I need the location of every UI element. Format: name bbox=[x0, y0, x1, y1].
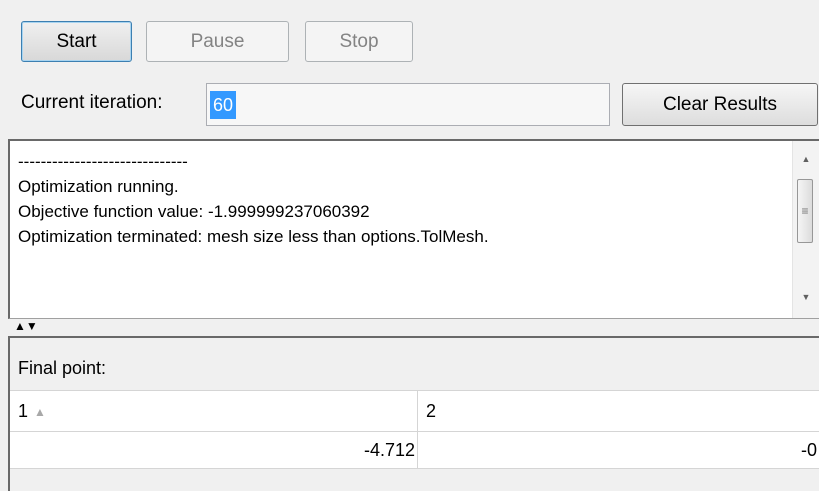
table-row: -4.712 -0 bbox=[10, 432, 819, 469]
column-header-2[interactable]: 2 bbox=[418, 391, 819, 431]
final-point-title: Final point: bbox=[18, 358, 107, 378]
current-iteration-label: Current iteration: bbox=[21, 92, 163, 113]
log-line: ------------------------------ bbox=[18, 152, 188, 171]
scroll-down-icon[interactable]: ▼ bbox=[793, 285, 819, 309]
table-cell[interactable]: -4.712 bbox=[10, 432, 418, 468]
start-button[interactable]: Start bbox=[21, 21, 132, 62]
scroll-up-icon[interactable]: ▲ bbox=[793, 147, 819, 171]
log-line: Objective function value: -1.99999923706… bbox=[18, 202, 370, 221]
grip-icon: ≡ bbox=[801, 204, 809, 218]
final-point-table: 1 ▲ 2 -4.712 -0 bbox=[10, 390, 819, 469]
table-header: 1 ▲ 2 bbox=[10, 390, 819, 432]
final-point-panel: Final point: 1 ▲ 2 -4.712 -0 bbox=[8, 336, 819, 491]
column-header-label: 2 bbox=[426, 401, 437, 421]
table-cell[interactable]: -0 bbox=[418, 432, 819, 468]
status-log-text: ------------------------------ Optimizati… bbox=[18, 149, 489, 249]
status-log[interactable]: ------------------------------ Optimizati… bbox=[8, 139, 819, 319]
clear-results-button[interactable]: Clear Results bbox=[622, 83, 818, 126]
sort-ascending-icon: ▲ bbox=[34, 405, 46, 420]
current-iteration-field[interactable]: 60 bbox=[206, 83, 610, 126]
scrollbar-thumb[interactable]: ≡ bbox=[797, 179, 813, 243]
log-line: Optimization running. bbox=[18, 177, 179, 196]
column-header-1[interactable]: 1 ▲ bbox=[10, 391, 418, 431]
log-line: Optimization terminated: mesh size less … bbox=[18, 227, 489, 246]
splitter-down-icon[interactable]: ▼ bbox=[26, 319, 38, 333]
vertical-scrollbar[interactable]: ▲ ≡ ▼ bbox=[792, 141, 819, 318]
stop-button[interactable]: Stop bbox=[305, 21, 413, 62]
splitter-handle[interactable]: ▲ ▼ bbox=[14, 319, 38, 333]
column-header-label: 1 bbox=[18, 401, 29, 421]
pause-button[interactable]: Pause bbox=[146, 21, 289, 62]
current-iteration-value: 60 bbox=[210, 91, 237, 119]
splitter-up-icon[interactable]: ▲ bbox=[14, 319, 26, 333]
